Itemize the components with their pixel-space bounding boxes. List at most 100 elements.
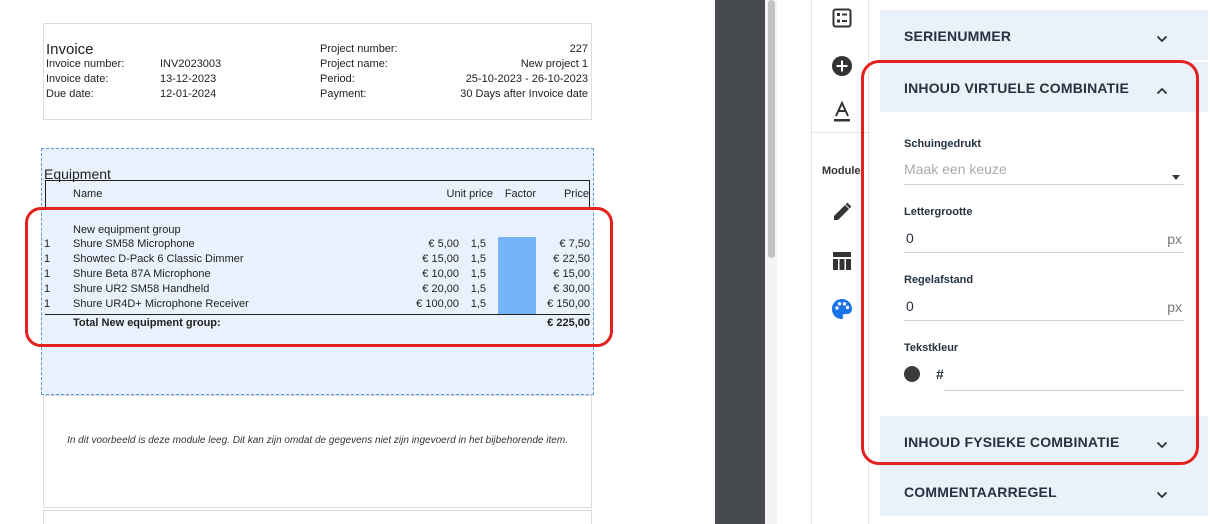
meta-label: Project name: [320, 58, 388, 70]
meta-label: Invoice date: [46, 73, 109, 85]
item-name: Showtec D-Pack 6 Classic Dimmer [73, 253, 244, 265]
font-size-input[interactable]: 0 [906, 230, 914, 246]
app-window: Invoice Invoice number: Invoice date: Du… [0, 0, 1210, 524]
equipment-row: 1 Shure UR2 SM58 Handheld € 20,00 1,5 € … [42, 283, 593, 298]
item-qty: 1 [44, 268, 51, 280]
empty-module-message: In dit voorbeeld is deze module leeg. Di… [67, 435, 568, 446]
meta-label: Invoice number: [46, 58, 125, 70]
group-total-label: Total New equipment group: [73, 317, 221, 329]
equipment-row: 1 Shure SM58 Microphone € 5,00 1,5 € 7,5… [42, 238, 593, 253]
meta-label: Payment: [320, 88, 367, 100]
item-price: € 7,50 [559, 238, 590, 250]
pencil-icon[interactable] [826, 196, 858, 228]
meta-value: 12-01-2024 [160, 88, 217, 100]
list-icon[interactable] [826, 2, 858, 34]
line-height-input[interactable]: 0 [906, 298, 914, 314]
meta-value: 13-12-2023 [160, 73, 217, 85]
next-module[interactable] [43, 510, 592, 524]
section-commentaarregel[interactable]: COMMENTAARREGEL [880, 466, 1208, 516]
item-unit-price: € 5,00 [428, 238, 459, 250]
equipment-row: 1 Shure UR4D+ Microphone Receiver € 100,… [42, 298, 593, 313]
meta-label: Due date: [46, 88, 94, 100]
line-height-unit: px [1167, 299, 1182, 315]
item-qty: 1 [44, 283, 51, 295]
column-header-price: Price [563, 188, 589, 200]
panel-divider [715, 0, 765, 524]
hex-color-input[interactable] [944, 390, 1184, 391]
scrollbar-thumb[interactable] [768, 0, 775, 258]
item-name: Shure SM58 Microphone [73, 238, 195, 250]
invoice-meta-labels: Invoice number: Invoice date: Due date: [46, 57, 124, 102]
item-name: Shure Beta 87A Microphone [73, 268, 211, 280]
meta-value: New project 1 [520, 58, 588, 70]
item-factor: 1,5 [470, 253, 486, 265]
field-underline [904, 252, 1184, 253]
equipment-row: 1 Showtec D-Pack 6 Classic Dimmer € 15,0… [42, 253, 593, 268]
item-factor: 1,5 [470, 298, 486, 310]
empty-module-note[interactable]: In dit voorbeeld is deze module leeg. Di… [43, 395, 592, 508]
total-divider [45, 314, 590, 315]
meta-label: Project number: [320, 43, 398, 55]
text-color-icon[interactable] [826, 96, 858, 128]
font-size-unit: px [1167, 231, 1182, 247]
chevron-up-icon [1156, 82, 1168, 100]
column-header-unit-price: Unit price [446, 188, 493, 200]
field-underline [904, 320, 1184, 321]
dropdown-arrow-icon[interactable] [1172, 167, 1180, 185]
section-title: INHOUD VIRTUELE COMBINATIE [904, 80, 1130, 96]
table-icon[interactable] [826, 245, 858, 277]
section-body: Schuingedrukt Maak een keuze Lettergroot… [880, 112, 1208, 416]
item-qty: 1 [44, 253, 51, 265]
item-qty: 1 [44, 238, 51, 250]
meta-value: 227 [569, 43, 588, 55]
section-title: INHOUD FYSIEKE COMBINATIE [904, 434, 1120, 450]
item-factor: 1,5 [470, 268, 486, 280]
meta-label: Period: [320, 73, 355, 85]
italic-select[interactable]: Maak een keuze [904, 161, 1007, 177]
section-title: COMMENTAARREGEL [904, 484, 1057, 500]
item-name: Shure UR4D+ Microphone Receiver [73, 298, 249, 310]
section-inhoud-virtuele-combinatie[interactable]: INHOUD VIRTUELE COMBINATIE [880, 62, 1208, 112]
project-meta-values: 227 New project 1 25-10-2023 - 26-10-202… [460, 42, 588, 102]
item-factor: 1,5 [470, 238, 486, 250]
toolbar-section-label: Module [822, 165, 861, 177]
item-unit-price: € 10,00 [422, 268, 459, 280]
column-header-factor: Factor [504, 188, 536, 200]
section-inhoud-fysieke-combinatie[interactable]: INHOUD FYSIEKE COMBINATIE [880, 416, 1208, 466]
group-total-value: € 225,00 [547, 317, 590, 329]
project-meta-labels: Project number: Project name: Period: Pa… [320, 42, 398, 102]
chevron-down-icon [1156, 436, 1168, 454]
item-unit-price: € 100,00 [416, 298, 459, 310]
item-price: € 22,50 [553, 253, 590, 265]
meta-value: INV2023003 [160, 58, 222, 70]
field-underline [904, 184, 1184, 185]
toolbar-separator [812, 132, 870, 133]
palette-icon[interactable] [826, 293, 858, 325]
item-unit-price: € 20,00 [422, 283, 459, 295]
add-circle-icon[interactable] [826, 50, 858, 82]
line-height-label: Regelafstand [904, 274, 974, 286]
section-title: SERIENUMMER [904, 28, 1012, 44]
item-price: € 150,00 [547, 298, 590, 310]
item-price: € 15,00 [553, 268, 590, 280]
equipment-module[interactable]: Equipment Name Unit price Factor Price N… [41, 148, 594, 395]
column-header-name: Name [73, 188, 103, 200]
hex-prefix: # [936, 366, 944, 382]
text-color-label: Tekstkleur [904, 342, 959, 354]
section-serienummer[interactable]: SERIENUMMER [880, 10, 1208, 60]
color-swatch[interactable] [904, 366, 920, 382]
meta-value: 30 Days after Invoice date [460, 88, 588, 100]
invoice-meta-values: INV2023003 13-12-2023 12-01-2024 [160, 57, 221, 102]
equipment-row: 1 Shure Beta 87A Microphone € 10,00 1,5 … [42, 268, 593, 283]
item-unit-price: € 15,00 [422, 253, 459, 265]
invoice-title: Invoice [46, 41, 94, 58]
document-preview: Invoice Invoice number: Invoice date: Du… [0, 0, 715, 524]
item-qty: 1 [44, 298, 51, 310]
chevron-down-icon [1156, 486, 1168, 504]
italic-label: Schuingedrukt [904, 138, 982, 150]
meta-value: 25-10-2023 - 26-10-2023 [465, 73, 588, 85]
equipment-table-header: Name Unit price Factor Price [45, 180, 590, 207]
invoice-header-module[interactable]: Invoice Invoice number: Invoice date: Du… [43, 23, 592, 120]
font-size-label: Lettergrootte [904, 206, 973, 218]
equipment-group-name: New equipment group [73, 224, 181, 236]
